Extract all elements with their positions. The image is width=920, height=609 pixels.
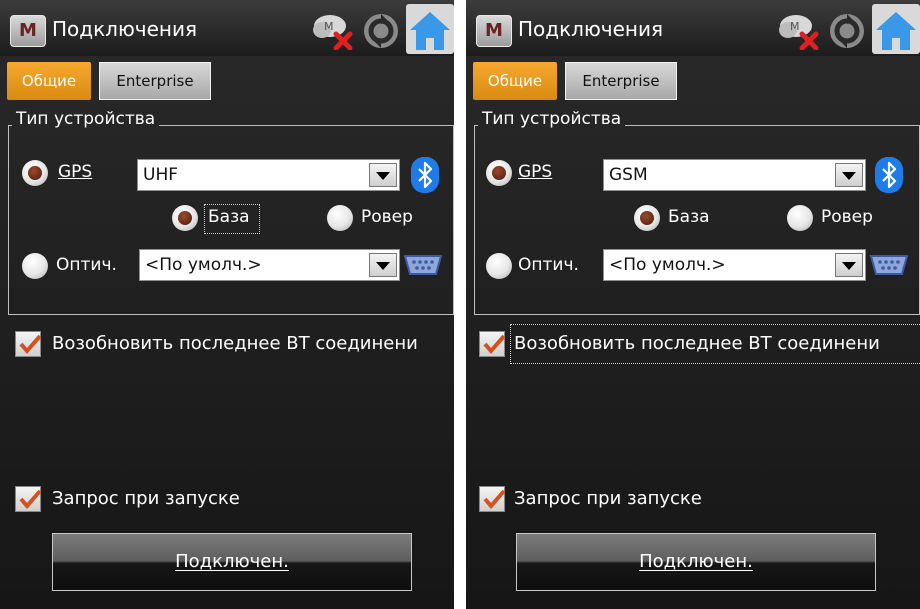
svg-text:M: M <box>324 20 334 33</box>
app-logo-icon[interactable]: M <box>476 15 512 47</box>
ask-on-start-checkbox[interactable] <box>479 486 505 512</box>
optic-label: Оптич. <box>56 255 117 275</box>
base-radio[interactable] <box>634 205 660 231</box>
device-type-label: Тип устройства <box>478 109 626 129</box>
ask-on-start-checkbox[interactable] <box>15 486 41 512</box>
page-title: Подключения <box>52 17 198 41</box>
optic-radio[interactable] <box>22 253 48 279</box>
svg-text:M: M <box>790 20 800 33</box>
tab-enterprise[interactable]: Enterprise <box>99 62 211 100</box>
optic-device-value: <По умолч.> <box>609 255 726 275</box>
title-bar: M Подключения M <box>466 0 920 56</box>
base-radio[interactable] <box>172 205 198 231</box>
gps-device-value: UHF <box>143 165 179 185</box>
ask-on-start-label: Запрос при запуске <box>52 488 240 509</box>
serial-port-icon[interactable] <box>403 252 443 276</box>
cloud-disconnected-icon[interactable]: M <box>310 10 354 50</box>
checkmark-icon <box>483 489 505 509</box>
checkmark-icon <box>19 334 41 354</box>
gps-label: GPS <box>518 162 553 182</box>
gps-radio[interactable] <box>486 160 512 186</box>
connect-button-label: Подключен. <box>639 551 753 572</box>
connect-button[interactable]: Подключен. <box>52 533 412 591</box>
connections-screen-left: M Подключения M Общие Enterprise Тип уст… <box>0 0 454 609</box>
chevron-down-icon[interactable] <box>369 163 397 187</box>
cloud-disconnected-icon[interactable]: M <box>776 10 820 50</box>
serial-port-icon[interactable] <box>869 252 909 276</box>
gps-device-select[interactable]: UHF <box>137 159 400 191</box>
gps-label: GPS <box>58 162 93 182</box>
resume-bt-label: Возобновить последнее BT соединени <box>514 333 880 354</box>
tab-enterprise[interactable]: Enterprise <box>565 62 677 100</box>
optic-radio[interactable] <box>486 253 512 279</box>
optic-device-value: <По умолч.> <box>145 255 262 275</box>
rover-radio[interactable] <box>787 205 813 231</box>
chevron-down-icon[interactable] <box>369 253 397 277</box>
gps-radio[interactable] <box>22 160 48 186</box>
chevron-down-icon[interactable] <box>835 163 863 187</box>
sync-icon[interactable] <box>828 12 866 50</box>
rover-label: Ровер <box>361 207 413 227</box>
tab-general[interactable]: Общие <box>7 62 91 100</box>
home-icon[interactable] <box>406 4 454 54</box>
page-title: Подключения <box>518 17 664 41</box>
optic-device-select[interactable]: <По умолч.> <box>139 249 400 281</box>
chevron-down-icon[interactable] <box>835 253 863 277</box>
bluetooth-icon[interactable] <box>411 157 439 193</box>
connections-screen-right: M Подключения M Общие Enterprise Тип уст… <box>466 0 920 609</box>
ask-on-start-label: Запрос при запуске <box>514 488 702 509</box>
tab-general[interactable]: Общие <box>473 62 557 100</box>
sync-icon[interactable] <box>362 12 400 50</box>
base-label: База <box>208 207 250 227</box>
gps-device-select[interactable]: GSM <box>603 159 866 191</box>
app-logo-icon[interactable]: M <box>10 15 46 47</box>
rover-radio[interactable] <box>327 205 353 231</box>
gps-device-value: GSM <box>609 165 648 185</box>
connect-button-label: Подключен. <box>175 551 289 572</box>
base-label: База <box>668 207 710 227</box>
checkmark-icon <box>19 489 41 509</box>
connect-button[interactable]: Подключен. <box>516 533 876 591</box>
title-bar: M Подключения M <box>0 0 454 56</box>
optic-label: Оптич. <box>518 255 579 275</box>
resume-bt-checkbox[interactable] <box>15 331 41 357</box>
bluetooth-icon[interactable] <box>875 157 903 193</box>
checkmark-icon <box>483 334 505 354</box>
device-type-label: Тип устройства <box>12 109 160 129</box>
optic-device-select[interactable]: <По умолч.> <box>603 249 866 281</box>
resume-bt-checkbox[interactable] <box>479 331 505 357</box>
rover-label: Ровер <box>821 207 873 227</box>
resume-bt-label: Возобновить последнее BT соединени <box>52 333 418 354</box>
home-icon[interactable] <box>872 4 920 54</box>
